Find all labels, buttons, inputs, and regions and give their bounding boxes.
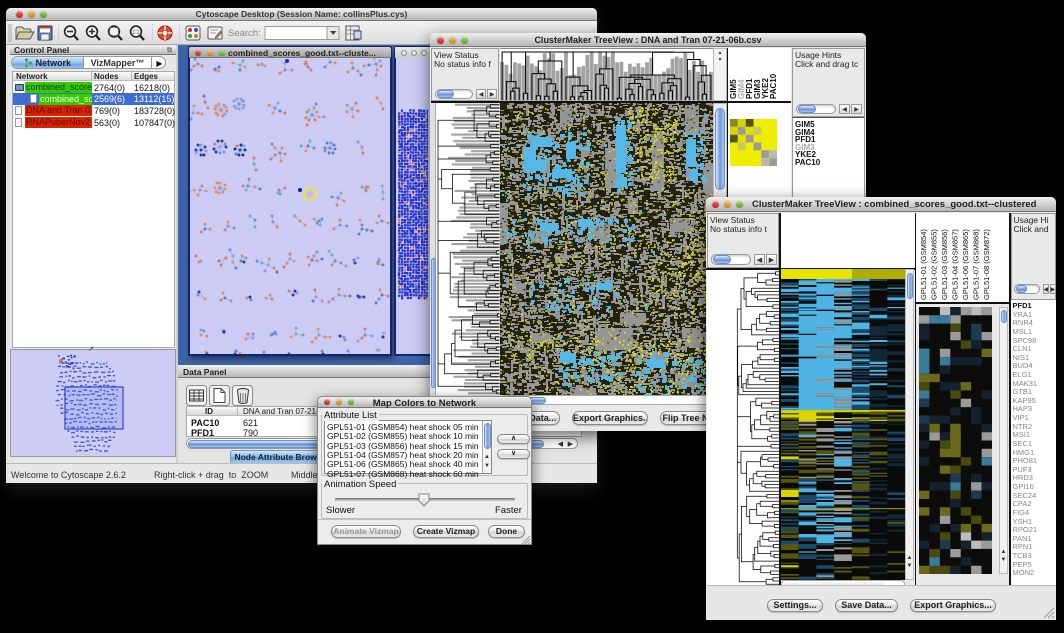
svg-text:Search:: Search:	[228, 28, 261, 39]
svg-text:GPL51-03 (GSM856): GPL51-03 (GSM856)	[940, 229, 949, 300]
svg-text:GPL51-02 (GSM855): GPL51-02 (GSM855)	[930, 229, 939, 300]
svg-text:GPL51-04 (GSM857): GPL51-04 (GSM857)	[951, 229, 960, 300]
svg-text:GPL51-07 (GSM868): GPL51-07 (GSM868)	[972, 229, 981, 300]
svg-text:GPL51-06 (GSM865): GPL51-06 (GSM865)	[961, 229, 970, 300]
svg-text:1:1: 1:1	[133, 30, 140, 36]
svg-text:PAC10: PAC10	[769, 73, 778, 99]
svg-text:GPL51-08 (GSM872): GPL51-08 (GSM872)	[982, 229, 991, 300]
svg-text:GPL51-01 (GSM854): GPL51-01 (GSM854)	[919, 229, 928, 300]
